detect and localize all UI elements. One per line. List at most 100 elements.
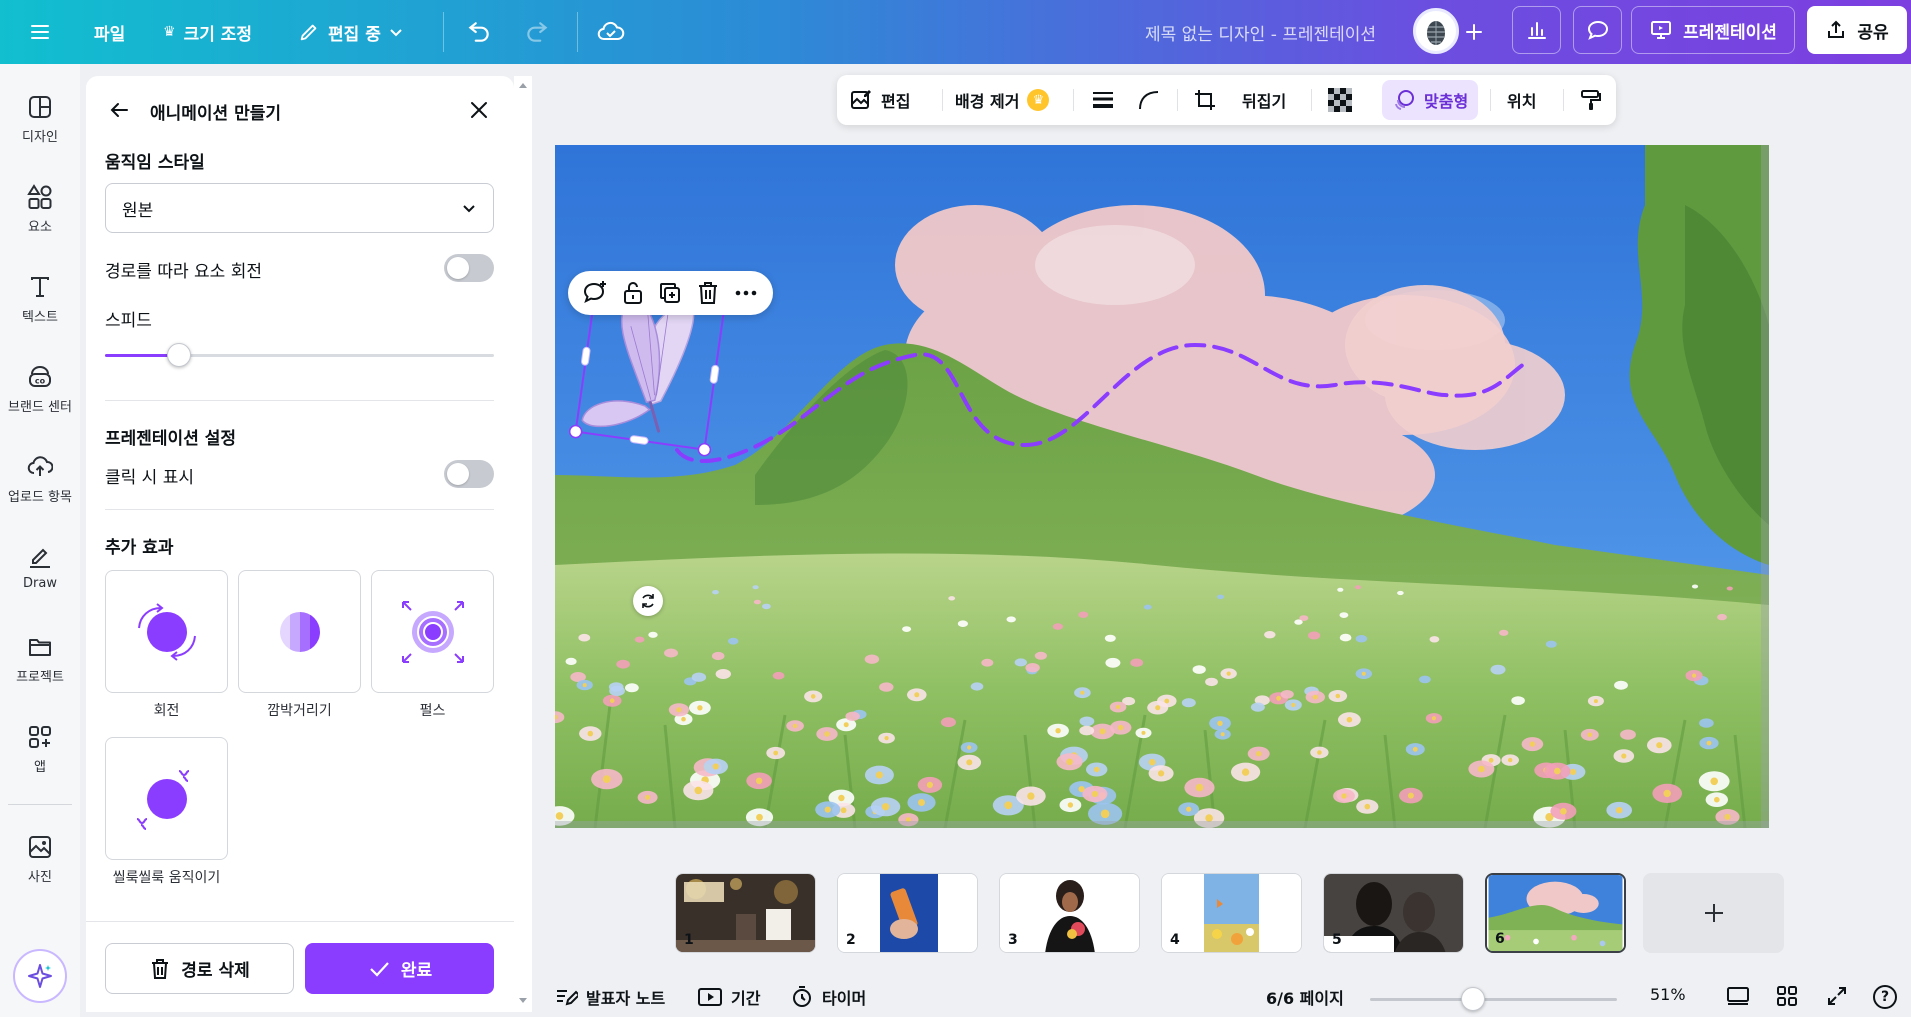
meadow-flower bbox=[1034, 651, 1047, 660]
rail-item-design[interactable]: 디자인 bbox=[0, 94, 80, 145]
flower-center bbox=[1067, 802, 1074, 808]
present-button[interactable]: 프레젠테이션 bbox=[1631, 6, 1795, 54]
redo-button[interactable] bbox=[524, 10, 550, 54]
meadow-flower bbox=[625, 683, 639, 693]
invite-button[interactable] bbox=[1462, 10, 1486, 54]
magic-ai-button[interactable] bbox=[13, 949, 67, 1003]
duration-button[interactable]: 기간 bbox=[697, 985, 760, 1009]
expand-button[interactable] bbox=[1826, 985, 1848, 1007]
resize-button[interactable]: ♛ 크기 조정 bbox=[163, 10, 252, 54]
cloud-save-status[interactable] bbox=[597, 10, 625, 54]
speed-slider[interactable] bbox=[105, 343, 494, 367]
editing-mode-button[interactable]: 편집 중 bbox=[298, 10, 403, 54]
speed-slider-handle[interactable] bbox=[167, 343, 191, 367]
rail-item-uploads[interactable]: 업로드 항목 bbox=[0, 454, 80, 505]
landscape-image[interactable] bbox=[555, 145, 1769, 828]
share-button[interactable]: 공유 bbox=[1807, 6, 1907, 54]
avatar[interactable] bbox=[1413, 8, 1459, 54]
page-indicator[interactable]: 6/6 페이지 bbox=[1266, 985, 1344, 1009]
cloud-check-icon bbox=[597, 21, 625, 40]
meadow-flower bbox=[1620, 729, 1636, 740]
page-thumbnail-2[interactable]: 2 bbox=[837, 873, 978, 953]
effect-wiggle[interactable] bbox=[105, 737, 228, 860]
duplicate-icon[interactable] bbox=[657, 280, 683, 306]
comments-button[interactable] bbox=[1573, 6, 1622, 54]
flower-center bbox=[1656, 742, 1663, 749]
timer-button[interactable]: 타이머 bbox=[790, 985, 866, 1009]
effect-pulse[interactable] bbox=[371, 570, 494, 693]
help-button[interactable]: ? bbox=[1873, 985, 1897, 1009]
effect-blink-label: 깜박거리기 bbox=[267, 703, 332, 719]
panel-scrollbar[interactable] bbox=[514, 76, 532, 1012]
unlock-icon[interactable] bbox=[621, 280, 645, 306]
trash-icon[interactable] bbox=[696, 280, 720, 306]
show-on-click-toggle[interactable] bbox=[444, 460, 494, 488]
rail-item-photos[interactable]: 사진 bbox=[0, 834, 80, 885]
document-title[interactable]: 제목 없는 디자인 - 프레젠테이션 bbox=[1145, 20, 1376, 45]
rail-divider bbox=[8, 804, 72, 805]
page-thumbnail-1[interactable]: 1 bbox=[675, 873, 816, 953]
flower-center bbox=[1116, 704, 1121, 710]
hamburger-icon bbox=[31, 25, 49, 39]
zoom-slider[interactable] bbox=[1370, 998, 1617, 1001]
edit-image-button[interactable]: 편집 bbox=[849, 75, 910, 125]
undo-button[interactable] bbox=[466, 10, 492, 54]
effect-blink[interactable] bbox=[238, 570, 361, 693]
meadow-flower bbox=[1339, 612, 1349, 618]
rail-item-brand[interactable]: co 브랜드 센터 bbox=[0, 364, 80, 415]
rotate-handle[interactable] bbox=[633, 586, 663, 616]
add-comment-icon[interactable] bbox=[582, 280, 608, 306]
meadow-flower bbox=[970, 682, 984, 691]
flower-center bbox=[1205, 814, 1213, 822]
delete-path-button[interactable]: 경로 삭제 bbox=[105, 943, 294, 994]
flower-center bbox=[773, 750, 779, 756]
position-button[interactable]: 위치 bbox=[1507, 75, 1536, 125]
rail-item-elements[interactable]: 요소 bbox=[0, 184, 80, 235]
transparency-button[interactable] bbox=[1327, 75, 1353, 125]
motion-style-value: 원본 bbox=[122, 200, 154, 221]
rotate-along-path-toggle[interactable] bbox=[444, 254, 494, 282]
meadow-flower bbox=[1105, 657, 1121, 668]
rail-item-projects[interactable]: 프로젝트 bbox=[0, 634, 80, 685]
copy-style-button[interactable] bbox=[1579, 75, 1603, 125]
meadow-flower bbox=[1726, 586, 1733, 591]
design-canvas[interactable] bbox=[555, 145, 1769, 828]
corner-rounding-button[interactable] bbox=[1137, 75, 1161, 125]
flower-center bbox=[1100, 809, 1110, 819]
animate-fit-button[interactable]: 맞춤형 bbox=[1382, 80, 1479, 120]
file-menu[interactable]: 파일 bbox=[94, 10, 125, 54]
fullscreen-view-button[interactable] bbox=[1726, 985, 1750, 1007]
page-thumbnail-5[interactable]: 5 bbox=[1323, 873, 1464, 953]
page-thumbnail-6[interactable]: 6 bbox=[1485, 873, 1626, 953]
menu-button[interactable] bbox=[28, 10, 52, 54]
flower-center bbox=[609, 698, 615, 703]
done-button[interactable]: 완료 bbox=[305, 943, 494, 994]
notes-button[interactable]: 발표자 노트 bbox=[554, 985, 665, 1009]
insights-button[interactable] bbox=[1512, 6, 1561, 54]
border-style-button[interactable] bbox=[1091, 75, 1115, 125]
meadow-flower bbox=[1104, 634, 1116, 642]
rail-item-draw[interactable]: Draw bbox=[0, 544, 80, 591]
flip-button[interactable]: 뒤집기 bbox=[1242, 75, 1286, 125]
rail-item-apps[interactable]: 앱 bbox=[0, 724, 80, 775]
thumbnail-image bbox=[1162, 874, 1301, 952]
meadow-flower bbox=[608, 682, 624, 692]
remove-background-button[interactable]: 배경 제거 ♛ bbox=[955, 75, 1050, 125]
grid-view-button[interactable] bbox=[1776, 985, 1798, 1007]
page-thumbnail-4[interactable]: 4 bbox=[1161, 873, 1302, 953]
effect-rotate[interactable] bbox=[105, 570, 228, 693]
back-button[interactable] bbox=[107, 98, 131, 122]
zoom-level[interactable]: 51% bbox=[1650, 985, 1686, 1004]
motion-style-select[interactable]: 원본 bbox=[105, 183, 494, 233]
line-weight-icon bbox=[1093, 92, 1113, 108]
page-thumbnail-3[interactable]: 3 bbox=[999, 873, 1140, 953]
close-panel-button[interactable] bbox=[467, 98, 491, 122]
rail-item-text[interactable]: 텍스트 bbox=[0, 274, 80, 325]
crop-button[interactable] bbox=[1193, 75, 1217, 125]
flower-center bbox=[1317, 750, 1322, 755]
add-page-button[interactable] bbox=[1643, 873, 1784, 953]
more-icon[interactable] bbox=[733, 280, 759, 306]
meadow-flower bbox=[728, 637, 739, 645]
zoom-slider-handle[interactable] bbox=[1461, 987, 1485, 1011]
flower-center bbox=[1692, 673, 1697, 678]
